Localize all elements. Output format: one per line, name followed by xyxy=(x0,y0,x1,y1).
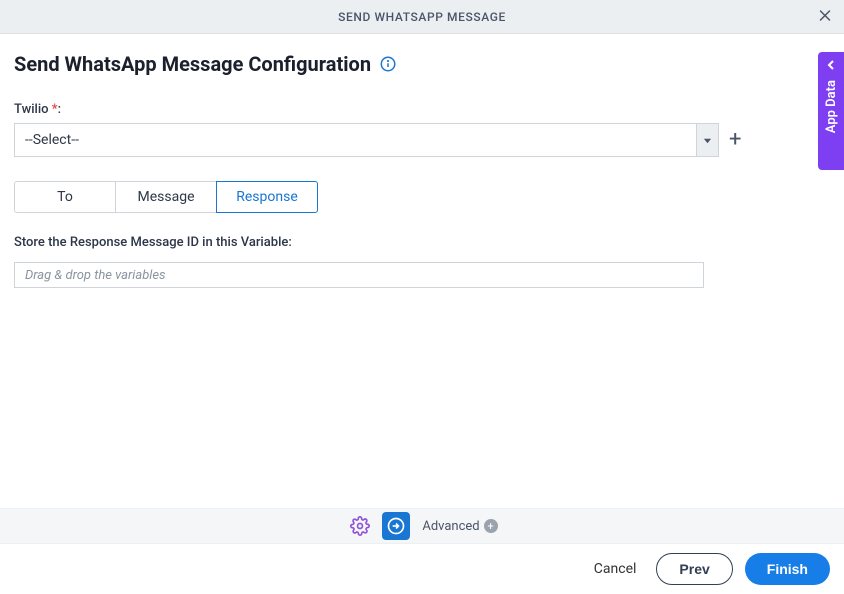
action-row: Cancel Prev Finish xyxy=(0,544,844,594)
cancel-button[interactable]: Cancel xyxy=(594,561,637,577)
add-connection-button[interactable]: + xyxy=(729,129,741,151)
twilio-label: Twilio *: xyxy=(14,102,61,117)
twilio-field: Twilio *: --Select-- + xyxy=(14,98,830,157)
tab-message[interactable]: Message xyxy=(115,181,217,213)
response-variable-label: Store the Response Message ID in this Va… xyxy=(14,235,292,250)
chevron-down-icon[interactable] xyxy=(696,124,718,156)
advanced-label-text: Advanced xyxy=(422,519,479,534)
prev-button[interactable]: Prev xyxy=(656,553,732,585)
twilio-select-value[interactable]: --Select-- xyxy=(15,124,696,156)
page-heading-row: Send WhatsApp Message Configuration xyxy=(14,52,830,76)
label-colon: : xyxy=(58,102,61,117)
twilio-label-text: Twilio xyxy=(14,102,49,117)
gear-icon[interactable] xyxy=(346,512,374,540)
plus-circle-icon: + xyxy=(484,519,498,533)
twilio-select-row: --Select-- + xyxy=(14,123,830,157)
info-icon[interactable] xyxy=(379,55,397,73)
advanced-toggle[interactable]: Advanced + xyxy=(422,519,497,534)
app-data-sidetab[interactable]: App Data xyxy=(818,52,844,170)
response-variable-input[interactable]: Drag & drop the variables xyxy=(14,262,704,288)
tab-to[interactable]: To xyxy=(14,181,116,213)
title-bar-text: SEND WHATSAPP MESSAGE xyxy=(338,10,506,24)
close-icon[interactable] xyxy=(816,6,834,27)
page-title: Send WhatsApp Message Configuration xyxy=(14,52,371,76)
arrow-circle-icon[interactable] xyxy=(382,512,410,540)
title-bar: SEND WHATSAPP MESSAGE xyxy=(0,0,844,34)
tabs: To Message Response xyxy=(14,181,830,213)
response-variable-placeholder: Drag & drop the variables xyxy=(25,268,166,283)
finish-button[interactable]: Finish xyxy=(745,553,830,585)
response-variable-field: Store the Response Message ID in this Va… xyxy=(14,231,830,288)
app-data-label: App Data xyxy=(824,80,839,133)
tab-response[interactable]: Response xyxy=(216,181,318,213)
twilio-select[interactable]: --Select-- xyxy=(14,123,719,157)
footer-toolbar: Advanced + xyxy=(0,508,844,544)
content-area: Send WhatsApp Message Configuration Twil… xyxy=(0,34,844,288)
